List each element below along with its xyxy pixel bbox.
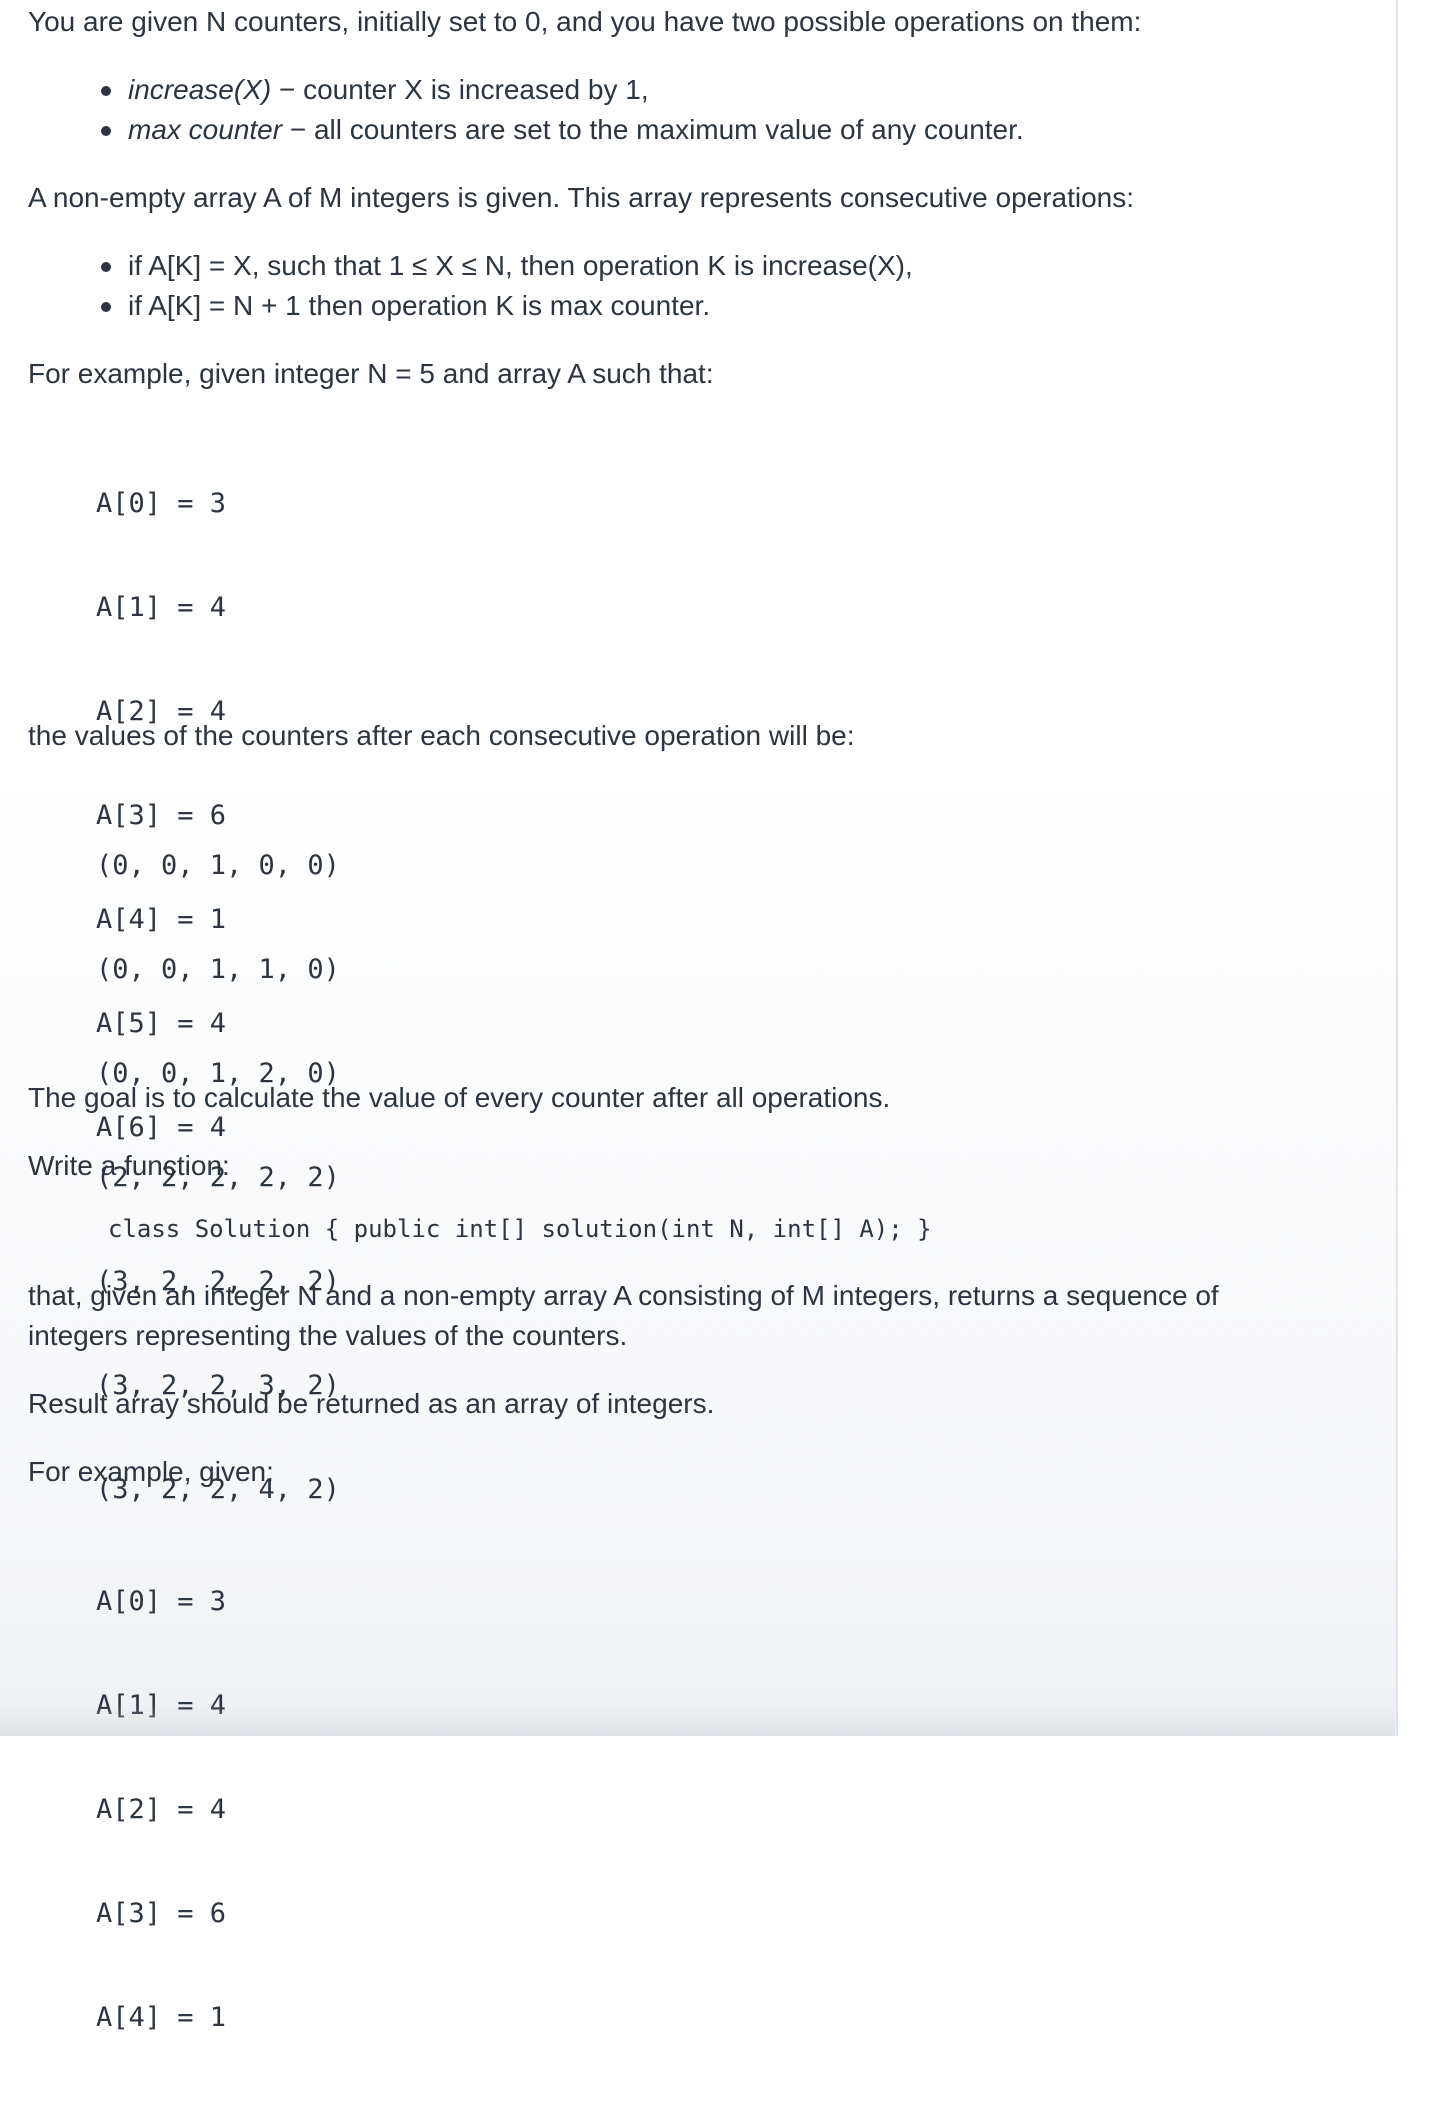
operation-increase: increase(X) − counter X is increased by … (96, 70, 1024, 110)
array-line: A[4] = 1 (96, 2002, 227, 2033)
condition-item: if A[K] = X, such that 1 ≤ X ≤ N, then o… (96, 246, 913, 286)
returns-line: integers representing the values of the … (28, 1320, 628, 1351)
bottom-fade (0, 1705, 1395, 1736)
array-line: A[0] = 3 (96, 1586, 227, 1617)
example2-array-block: A[0] = 3 A[1] = 4 A[2] = 4 A[3] = 6 A[4]… (96, 1519, 226, 2101)
array-line: A[2] = 4 (96, 1794, 227, 1825)
result-note-paragraph: Result array should be returned as an ar… (28, 1388, 715, 1419)
condition-item: if A[K] = N + 1 then operation K is max … (96, 286, 913, 326)
conditions-list: if A[K] = X, such that 1 ≤ X ≤ N, then o… (96, 246, 913, 326)
array-line: A[3] = 6 (96, 1898, 227, 1929)
task-description: You are given N counters, initially set … (0, 0, 1395, 2033)
example2-intro-paragraph: For example, given: (28, 1456, 274, 1487)
operation-desc: − counter X is increased by 1, (271, 74, 649, 105)
function-signature: class Solution { public int[] solution(i… (108, 1215, 932, 1243)
array-line: A[1] = 4 (96, 592, 227, 623)
intro-paragraph: You are given N counters, initially set … (28, 6, 1142, 37)
goal-paragraph: The goal is to calculate the value of ev… (28, 1082, 891, 1113)
counter-state-line: (0, 0, 1, 0, 0) (96, 850, 340, 881)
operation-desc: − all counters are set to the maximum va… (282, 114, 1024, 145)
returns-line: that, given an integer N and a non-empty… (28, 1280, 1219, 1311)
array-line: A[0] = 3 (96, 488, 227, 519)
counter-state-line: (0, 0, 1, 1, 0) (96, 954, 340, 985)
operation-name: max counter (128, 114, 283, 145)
array-intro-paragraph: A non-empty array A of M integers is giv… (28, 182, 1135, 213)
operations-list: increase(X) − counter X is increased by … (96, 70, 1024, 150)
example-intro-paragraph: For example, given integer N = 5 and arr… (28, 358, 714, 389)
right-gutter (1398, 0, 1432, 1736)
operation-name: increase(X) (128, 74, 272, 105)
counters-intro-paragraph: the values of the counters after each co… (28, 720, 855, 751)
write-function-paragraph: Write a function: (28, 1150, 230, 1181)
operation-max-counter: max counter − all counters are set to th… (96, 110, 1024, 150)
